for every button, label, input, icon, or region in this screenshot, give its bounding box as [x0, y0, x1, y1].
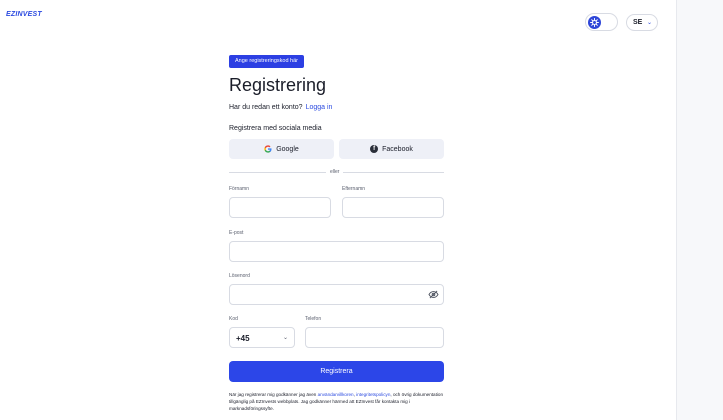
privacy-link[interactable]: integritetspolicyn: [356, 392, 390, 397]
terms-link[interactable]: användarvillkoren: [318, 392, 354, 397]
facebook-icon: f: [370, 145, 379, 153]
registration-code-badge[interactable]: Ange registreringskod här: [229, 55, 304, 68]
facebook-signup-button[interactable]: f Facebook: [339, 139, 444, 159]
terms-text: När jag registrerar mig godkänner jag äv…: [229, 391, 444, 412]
page-title: Registrering: [229, 75, 327, 95]
phone-field[interactable]: [305, 327, 444, 348]
firstname-label: Förnamn: [229, 186, 250, 192]
phone-label: Telefon: [305, 316, 322, 322]
theme-toggle[interactable]: [585, 13, 618, 31]
password-field[interactable]: [229, 284, 444, 305]
lastname-label: Efternamn: [342, 186, 366, 192]
language-value: SE: [633, 19, 643, 26]
country-code-select[interactable]: +45 ⌄: [229, 327, 295, 348]
email-label: E-post: [229, 230, 244, 236]
firstname-field[interactable]: [229, 197, 331, 218]
google-icon: [264, 145, 272, 153]
google-signup-button[interactable]: Google: [229, 139, 334, 159]
eye-off-icon[interactable]: [428, 290, 439, 299]
social-heading: Registrera med sociala media: [229, 125, 322, 132]
right-edge-strip: [676, 0, 723, 420]
google-label: Google: [276, 145, 299, 153]
password-label: Lösenord: [229, 273, 250, 279]
chevron-down-icon: ⌄: [282, 335, 288, 341]
brand-logo[interactable]: EZINVEST: [6, 11, 42, 18]
country-code-value: +45: [236, 334, 250, 343]
theme-knob: [588, 16, 601, 29]
settings-icon: [590, 18, 599, 27]
login-prompt-line: Har du redan ett konto? Logga in: [229, 104, 332, 111]
login-prompt: Har du redan ett konto?: [229, 104, 303, 111]
facebook-label: Facebook: [382, 145, 413, 153]
divider-label: eller: [326, 169, 344, 175]
code-label: Kod: [229, 316, 238, 322]
email-field[interactable]: [229, 241, 444, 262]
language-select[interactable]: SE ⌄: [626, 14, 658, 31]
chevron-down-icon: ⌄: [646, 20, 652, 26]
terms-prefix: När jag registrerar mig godkänner jag äv…: [229, 392, 318, 397]
login-link[interactable]: Logga in: [306, 104, 333, 111]
lastname-field[interactable]: [342, 197, 444, 218]
register-button[interactable]: Registrera: [229, 361, 444, 382]
